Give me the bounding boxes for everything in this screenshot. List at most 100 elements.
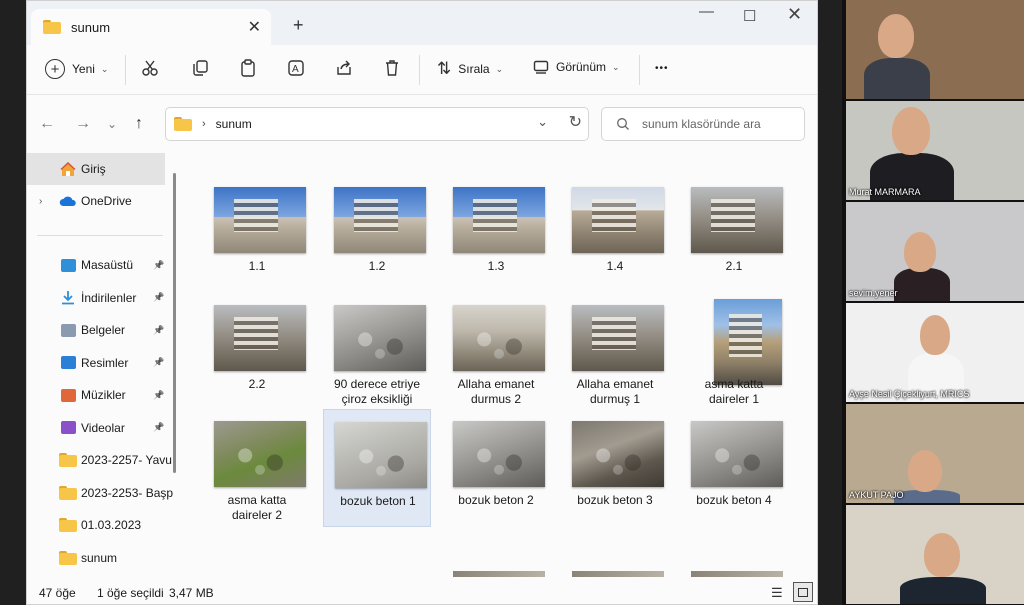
sidebar-item-label: 01.03.2023 xyxy=(81,518,142,532)
sidebar-item-10[interactable]: sunum xyxy=(27,542,179,574)
image-thumbnail xyxy=(572,421,664,487)
tab-close-button[interactable]: ✕ xyxy=(248,17,261,37)
address-bar-row: ← → ⌄ ↑ › sunum ⌄ ↻ sunum klasöründe ara xyxy=(27,95,817,151)
file-name: 2.1 xyxy=(725,259,743,273)
file-tile[interactable]: asma katta daireler 1 xyxy=(680,293,788,411)
new-label: Yeni xyxy=(72,62,95,76)
participant-video[interactable]: Murat MARMARA xyxy=(846,101,1024,200)
selection-count: 1 öğe seçildi xyxy=(97,586,164,600)
sidebar-item-onedrive[interactable]: › OneDrive xyxy=(27,185,179,217)
cut-button[interactable] xyxy=(141,59,159,77)
new-button[interactable]: + Yeni ⌄ xyxy=(45,59,108,79)
sidebar-item-home[interactable]: Giriş xyxy=(27,153,165,185)
breadcrumb-separator: › xyxy=(202,118,206,130)
pin-icon: 📌 xyxy=(153,259,165,270)
participant-body xyxy=(894,268,950,301)
file-tile[interactable]: bozuk beton 2 xyxy=(442,409,550,527)
file-tile[interactable]: 1.2 xyxy=(323,175,431,293)
file-tile[interactable]: Allaha emanet durmuş 1 xyxy=(561,293,669,411)
file-tile[interactable]: 90 derece etriye çiroz eksikliği xyxy=(323,293,431,411)
sidebar-item-1[interactable]: Masaüstü 📌 xyxy=(27,249,179,281)
minimize-button[interactable]: — xyxy=(699,3,714,20)
participant-body xyxy=(900,577,986,604)
sidebar-item-9[interactable]: 01.03.2023 xyxy=(27,509,179,541)
copy-button[interactable] xyxy=(191,59,209,77)
file-name: 90 derece etriye çiroz eksikliği xyxy=(333,377,421,406)
file-tile[interactable]: asma katta daireler 2 xyxy=(203,409,311,527)
participant-video[interactable]: AYKUT PAJO xyxy=(846,404,1024,503)
address-dropdown-icon[interactable]: ⌄ xyxy=(537,114,548,130)
file-name: bozuk beton 2 xyxy=(458,493,534,507)
file-tile[interactable]: 2.1 xyxy=(680,175,788,293)
file-tile[interactable]: bozuk beton 3 xyxy=(561,409,669,527)
video-call-panel: Murat MARMARA sevim.yener Ayşe Nesil Çiçek… xyxy=(842,0,1024,605)
paste-icon xyxy=(241,59,255,77)
expand-chevron-icon[interactable]: › xyxy=(39,196,42,207)
participant-video[interactable] xyxy=(846,0,1024,99)
sidebar-item-4[interactable]: Resimler 📌 xyxy=(27,347,179,379)
delete-button[interactable] xyxy=(383,59,401,77)
sidebar-item-2[interactable]: İndirilenler 📌 xyxy=(27,282,179,314)
details-view-icon[interactable]: ☰ xyxy=(771,585,783,601)
file-tile[interactable]: bozuk beton 4 xyxy=(680,409,788,527)
screen: sunum ✕ + — ☐ ✕ + Yeni ⌄ A ⇅ Sırala ⌄ Gö… xyxy=(0,0,1024,605)
close-window-button[interactable]: ✕ xyxy=(787,4,802,25)
file-tile[interactable]: 1.1 xyxy=(203,175,311,293)
maximize-button[interactable]: ☐ xyxy=(743,7,756,25)
download-icon xyxy=(59,290,77,306)
image-thumbnail xyxy=(691,421,783,487)
sidebar-divider xyxy=(37,235,163,236)
address-bar[interactable]: › sunum ⌄ ↻ xyxy=(165,107,589,141)
search-icon xyxy=(617,118,629,130)
breadcrumb-sunum[interactable]: sunum xyxy=(216,117,252,131)
search-box[interactable]: sunum klasöründe ara xyxy=(601,107,805,141)
sidebar-item-3[interactable]: Belgeler 📌 xyxy=(27,314,179,346)
sidebar-item-5[interactable]: Müzikler 📌 xyxy=(27,379,179,411)
image-thumbnail xyxy=(572,187,664,253)
participant-video[interactable]: Ayşe Nesil Çiçekliyurt, MRICS xyxy=(846,303,1024,402)
image-thumbnail xyxy=(453,421,545,487)
participant-name: sevim.yener xyxy=(849,288,898,298)
participant-video[interactable] xyxy=(846,505,1024,604)
title-bar: sunum ✕ + — ☐ ✕ xyxy=(27,1,817,45)
home-icon xyxy=(59,161,77,177)
file-name: Allaha emanet durmus 2 xyxy=(457,377,535,406)
back-arrow-icon[interactable]: ← xyxy=(39,115,55,133)
paste-button[interactable] xyxy=(239,59,257,77)
more-options-button[interactable]: ••• xyxy=(655,63,669,74)
view-button[interactable]: Görünüm ⌄ xyxy=(533,59,620,75)
refresh-icon[interactable]: ↻ xyxy=(569,112,582,132)
sidebar-item-label: Müzikler xyxy=(81,388,126,402)
file-tile[interactable]: 1.3 xyxy=(442,175,550,293)
sidebar-scrollbar[interactable] xyxy=(173,173,176,473)
chevron-down-icon: ⌄ xyxy=(100,63,109,74)
cloud-icon xyxy=(59,193,77,209)
tab-sunum[interactable]: sunum ✕ xyxy=(31,9,271,45)
file-tile[interactable]: 2.2 xyxy=(203,293,311,411)
toolbar-divider xyxy=(125,55,126,85)
image-thumbnail xyxy=(453,305,545,371)
sidebar-item-7[interactable]: 2023-2257- Yavu xyxy=(27,444,179,476)
recent-locations-chevron-icon[interactable]: ⌄ xyxy=(107,117,117,131)
large-icons-view-button[interactable] xyxy=(793,582,813,602)
participant-name: AYKUT PAJO xyxy=(849,490,904,500)
sort-button[interactable]: ⇅ Sırala ⌄ xyxy=(437,59,503,79)
file-grid: 1.1 1.2 1.3 1.4 2.1 2.2 90 derece etriye çiroz… xyxy=(187,151,811,577)
file-tile[interactable]: 1.4 xyxy=(561,175,669,293)
file-tile[interactable]: bozuk beton 1 xyxy=(323,409,431,527)
chevron-down-icon: ⌄ xyxy=(495,63,504,74)
copy-icon xyxy=(193,60,208,76)
file-explorer-window: sunum ✕ + — ☐ ✕ + Yeni ⌄ A ⇅ Sırala ⌄ Gö… xyxy=(26,0,818,605)
sidebar-item-label: Belgeler xyxy=(81,323,126,337)
up-arrow-icon[interactable]: ↑ xyxy=(135,115,143,133)
rename-button[interactable]: A xyxy=(287,59,305,77)
participant-video[interactable]: sevim.yener xyxy=(846,202,1024,301)
file-tile[interactable]: Allaha emanet durmus 2 xyxy=(442,293,550,411)
sidebar-item-label: Resimler xyxy=(81,355,129,370)
pictures-icon xyxy=(59,355,77,371)
forward-arrow-icon[interactable]: → xyxy=(75,115,91,133)
sidebar-item-8[interactable]: 2023-2253- Başp xyxy=(27,477,179,509)
sidebar-item-6[interactable]: Videolar 📌 xyxy=(27,412,179,444)
new-tab-button[interactable]: + xyxy=(293,15,304,36)
share-button[interactable] xyxy=(335,59,353,77)
